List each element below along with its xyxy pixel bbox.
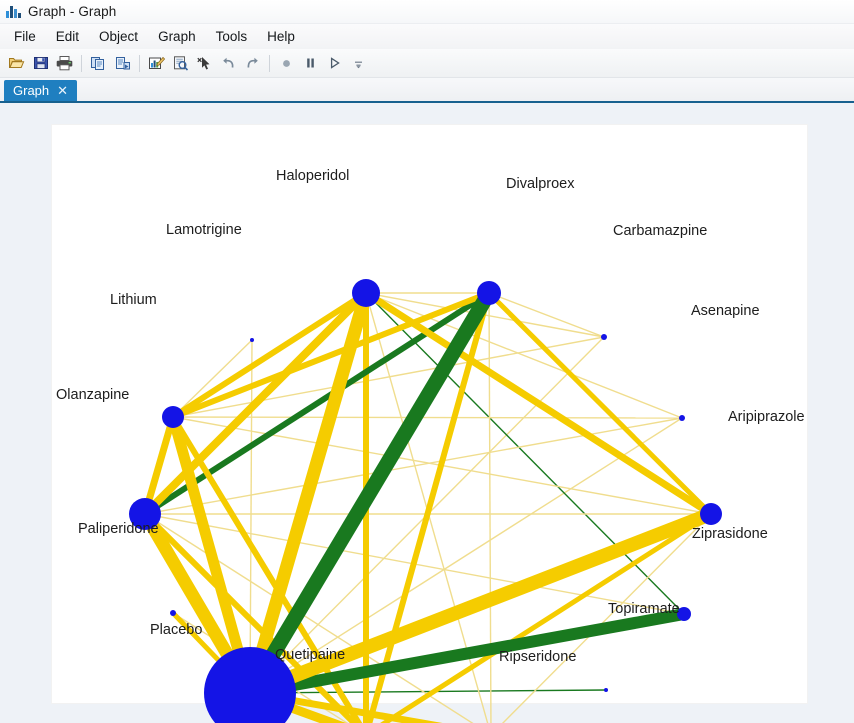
menu-item-help[interactable]: Help bbox=[257, 26, 305, 47]
graph-node-divalproex[interactable] bbox=[477, 281, 501, 305]
node-label-lamotrigine: Lamotrigine bbox=[166, 222, 242, 238]
node-label-lithium: Lithium bbox=[110, 292, 157, 308]
graph-node-aripiprazole[interactable] bbox=[700, 503, 722, 525]
graph-edge[interactable] bbox=[487, 291, 713, 516]
undo-icon[interactable] bbox=[217, 52, 240, 74]
graph-node-haloperidol[interactable] bbox=[352, 279, 380, 307]
redo-icon[interactable] bbox=[241, 52, 264, 74]
menu-item-object[interactable]: Object bbox=[89, 26, 148, 47]
graph-node-lamotrigine[interactable] bbox=[250, 338, 254, 342]
node-label-placebo: Placebo bbox=[150, 622, 203, 638]
graph-edge[interactable] bbox=[172, 416, 683, 419]
menu-item-tools[interactable]: Tools bbox=[206, 26, 258, 47]
pause-icon[interactable] bbox=[299, 52, 322, 74]
record-icon[interactable] bbox=[275, 52, 298, 74]
graph-edge[interactable] bbox=[249, 339, 253, 694]
close-icon[interactable]: ✕ bbox=[57, 84, 68, 97]
toolbar-separator bbox=[139, 54, 140, 72]
graph-edge[interactable] bbox=[488, 292, 605, 338]
node-label-aripiprazole: Aripiprazole bbox=[728, 409, 805, 425]
select-pointer-icon[interactable] bbox=[193, 52, 216, 74]
node-label-haloperidol: Haloperidol bbox=[276, 168, 350, 184]
node-label-quetipaine: Quetipaine bbox=[275, 647, 346, 663]
tab-graph[interactable]: Graph ✕ bbox=[4, 80, 78, 101]
menu-item-file[interactable]: File bbox=[4, 26, 46, 47]
more-icon[interactable] bbox=[347, 52, 370, 74]
graph-edge[interactable] bbox=[243, 289, 496, 697]
node-label-divalproex: Divalproex bbox=[506, 176, 575, 192]
graph-node-topiramate[interactable] bbox=[604, 688, 608, 692]
save-icon[interactable] bbox=[29, 52, 52, 74]
paste-icon[interactable] bbox=[111, 52, 134, 74]
graph-application-window: Graph - Graph File Edit Object Graph Too… bbox=[0, 0, 854, 723]
node-label-ripseridone: Ripseridone bbox=[499, 649, 577, 665]
toolbar bbox=[0, 49, 854, 78]
node-label-topiramate: Topiramate bbox=[608, 601, 680, 617]
node-label-asenapine: Asenapine bbox=[691, 303, 760, 319]
edit-graph-icon[interactable] bbox=[145, 52, 168, 74]
toolbar-separator bbox=[269, 54, 270, 72]
preview-icon[interactable] bbox=[169, 52, 192, 74]
copy-icon[interactable] bbox=[87, 52, 110, 74]
tab-strip: Graph ✕ bbox=[0, 78, 854, 103]
graph-edge[interactable] bbox=[365, 292, 683, 419]
play-icon[interactable] bbox=[323, 52, 346, 74]
menu-item-graph[interactable]: Graph bbox=[148, 26, 206, 47]
bar-chart-icon bbox=[6, 5, 21, 18]
graph-node-lithium[interactable] bbox=[162, 406, 184, 428]
open-icon[interactable] bbox=[5, 52, 28, 74]
toolbar-separator bbox=[81, 54, 82, 72]
menu-item-edit[interactable]: Edit bbox=[46, 26, 89, 47]
graph-canvas[interactable]: Haloperidol Divalproex Lamotrigine Carbamaz… bbox=[0, 103, 854, 723]
print-icon[interactable] bbox=[53, 52, 76, 74]
graph-node-asenapine[interactable] bbox=[679, 415, 685, 421]
tab-graph-label: Graph bbox=[13, 83, 50, 98]
network-graph[interactable] bbox=[0, 103, 854, 723]
menu-bar: File Edit Object Graph Tools Help bbox=[0, 24, 854, 49]
node-label-paliperidone: Paliperidone bbox=[78, 521, 159, 537]
node-label-carbamazpine: Carbamazpine bbox=[613, 223, 708, 239]
graph-edge[interactable] bbox=[172, 339, 253, 418]
node-label-olanzapine: Olanzapine bbox=[56, 387, 130, 403]
node-label-ziprasidone: Ziprasidone bbox=[692, 526, 768, 542]
graph-node-carbamazpine[interactable] bbox=[601, 334, 607, 340]
title-bar: Graph - Graph bbox=[0, 0, 854, 24]
window-title: Graph - Graph bbox=[28, 4, 117, 19]
graph-node-paliperidone[interactable] bbox=[170, 610, 176, 616]
